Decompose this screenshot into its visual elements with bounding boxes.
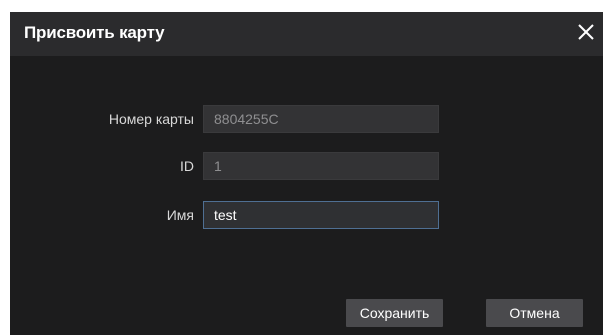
dialog-titlebar: Присвоить карту <box>10 12 603 56</box>
name-label: Имя <box>166 207 194 223</box>
dialog-title: Присвоить карту <box>24 23 165 42</box>
name-field[interactable] <box>203 201 439 229</box>
save-button[interactable]: Сохранить <box>346 299 443 327</box>
id-label: ID <box>180 158 194 174</box>
close-icon-glyph <box>578 24 594 40</box>
close-icon[interactable] <box>575 21 597 43</box>
card-number-field[interactable] <box>203 105 439 133</box>
card-number-label: Номер карты <box>108 111 194 127</box>
assign-card-dialog: Присвоить карту Номер карты ID Имя Сохра… <box>10 12 603 335</box>
cancel-button[interactable]: Отмена <box>486 299 583 327</box>
id-field[interactable] <box>203 152 439 180</box>
